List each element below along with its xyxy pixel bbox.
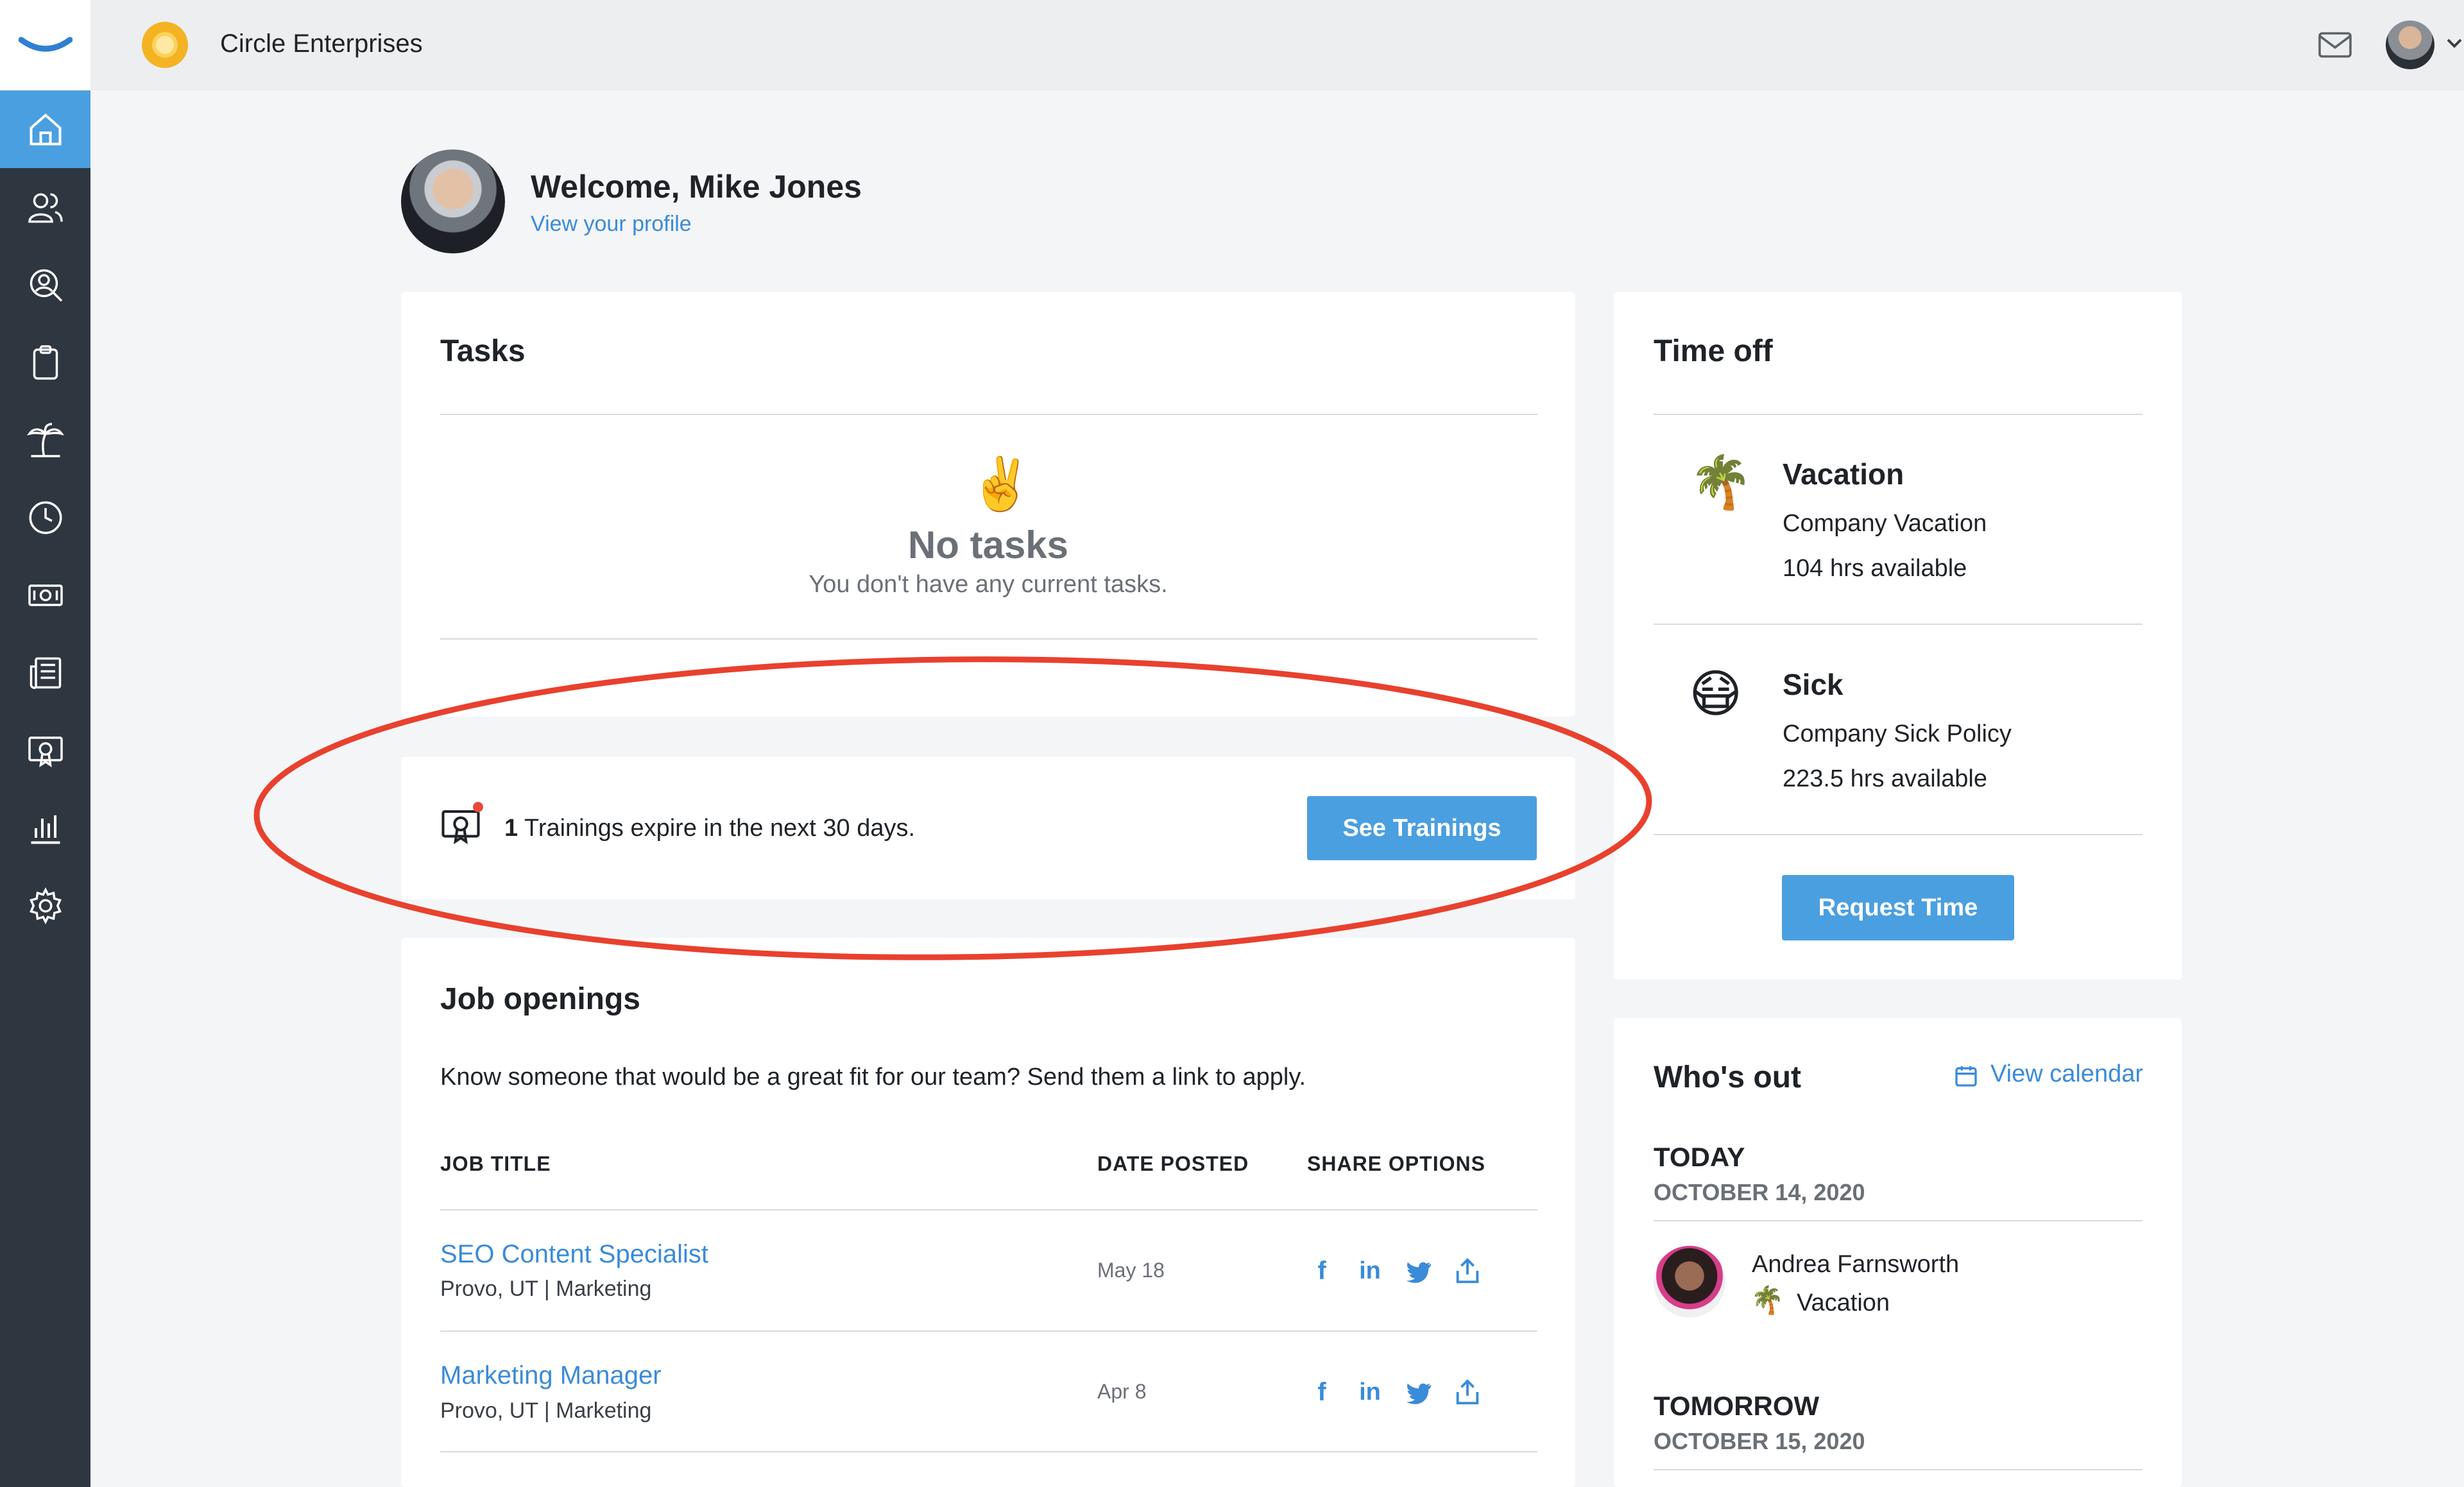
- time-off-available: 104 hrs available: [1783, 555, 1967, 582]
- sidebar-item-payroll[interactable]: [0, 556, 90, 634]
- bar-chart-icon: [31, 815, 60, 844]
- divider: [1654, 624, 2143, 625]
- divider: [1654, 414, 2143, 415]
- time-off-policy: Company Sick Policy: [1783, 720, 2012, 747]
- palm-tree-icon: [26, 422, 64, 457]
- divider: [440, 1451, 1537, 1452]
- company-name[interactable]: Circle Enterprises: [220, 30, 423, 58]
- profile-avatar[interactable]: [401, 149, 505, 253]
- share-icon[interactable]: [1453, 1377, 1482, 1407]
- time-off-type: Sick: [1783, 668, 1844, 701]
- linkedin-icon[interactable]: in: [1355, 1377, 1385, 1407]
- column-header-date-posted: DATE POSTED: [1097, 1152, 1249, 1175]
- clipboard-icon: [33, 344, 58, 380]
- money-icon: [28, 584, 63, 606]
- linkedin-icon[interactable]: in: [1355, 1256, 1385, 1286]
- sidebar-item-settings[interactable]: [0, 867, 90, 944]
- logo-smile-icon: [18, 37, 73, 51]
- column-header-job-title: JOB TITLE: [440, 1152, 551, 1175]
- palm-tree-icon: 🌴: [1750, 1285, 1784, 1315]
- facebook-icon[interactable]: f: [1307, 1256, 1337, 1286]
- twitter-icon[interactable]: [1404, 1379, 1433, 1408]
- sidebar-item-reports[interactable]: [0, 789, 90, 867]
- job-location: Provo, UT | Marketing: [440, 1277, 652, 1301]
- facebook-icon[interactable]: f: [1307, 1377, 1337, 1407]
- sidebar-item-directory[interactable]: [0, 246, 90, 323]
- trainings-message: 1 Trainings expire in the next 30 days.: [504, 815, 915, 842]
- palm-tree-icon: 🌴: [1689, 454, 1753, 511]
- job-date: May 18: [1097, 1259, 1165, 1282]
- company-logo: [142, 22, 188, 68]
- person-search-icon: [30, 269, 62, 302]
- see-trainings-button[interactable]: See Trainings: [1307, 796, 1537, 860]
- share-icon[interactable]: [1453, 1256, 1482, 1286]
- avatar[interactable]: [1654, 1246, 1725, 1318]
- job-openings-intro: Know someone that would be a great fit f…: [440, 1064, 1306, 1091]
- today-label: TODAY: [1654, 1142, 1745, 1172]
- peace-hand-icon: ✌️: [969, 455, 1033, 513]
- sidebar-item-time-off[interactable]: [0, 401, 90, 479]
- people-icon: [28, 192, 63, 223]
- column-header-share-options: SHARE OPTIONS: [1307, 1152, 1485, 1175]
- divider: [440, 638, 1537, 640]
- user-avatar[interactable]: [2386, 21, 2434, 69]
- tomorrow-date: OCTOBER 15, 2020: [1654, 1428, 1865, 1454]
- divider: [440, 1330, 1537, 1332]
- home-icon: [30, 113, 61, 145]
- trainings-text: Trainings expire in the next 30 days.: [524, 815, 916, 842]
- sidebar-item-news[interactable]: [0, 634, 90, 711]
- tasks-title: Tasks: [440, 334, 526, 368]
- calendar-icon[interactable]: [1953, 1063, 1979, 1089]
- view-calendar-link[interactable]: View calendar: [1990, 1060, 2143, 1088]
- no-tasks-subtitle: You don't have any current tasks.: [809, 571, 1168, 598]
- twitter-icon[interactable]: [1404, 1257, 1433, 1287]
- job-openings-title: Job openings: [440, 982, 640, 1016]
- time-off-type: Vacation: [1783, 457, 1904, 491]
- chevron-down-icon[interactable]: [2445, 36, 2463, 51]
- sidebar-item-people[interactable]: [0, 168, 90, 246]
- welcome-title: Welcome, Mike Jones: [531, 169, 862, 205]
- out-type: Vacation: [1797, 1289, 1890, 1316]
- no-tasks-title: No tasks: [907, 523, 1069, 566]
- view-profile-link[interactable]: View your profile: [531, 212, 692, 237]
- clock-icon: [29, 501, 62, 534]
- divider: [1654, 834, 2143, 835]
- job-title-link[interactable]: Marketing Manager: [440, 1361, 662, 1390]
- job-date: Apr 8: [1097, 1380, 1147, 1403]
- sidebar-item-tasks[interactable]: [0, 323, 90, 401]
- sidebar-item-time-tracking[interactable]: [0, 479, 90, 556]
- mail-icon[interactable]: [2317, 30, 2353, 60]
- job-title-link[interactable]: SEO Content Specialist: [440, 1240, 708, 1269]
- notification-dot: [473, 802, 483, 812]
- time-off-policy: Company Vacation: [1783, 510, 1987, 537]
- certificate-icon: [28, 736, 63, 767]
- sidebar-item-trainings[interactable]: [0, 711, 90, 789]
- news-icon: [30, 657, 61, 689]
- divider: [1654, 1469, 2143, 1470]
- divider: [440, 1209, 1537, 1211]
- sidebar: [0, 0, 90, 1487]
- mask-face-icon: 😷: [1689, 665, 1743, 722]
- request-time-button[interactable]: Request Time: [1782, 875, 2014, 940]
- out-person-name: Andrea Farnsworth: [1752, 1251, 1960, 1278]
- divider: [1654, 1220, 2143, 1221]
- divider: [440, 414, 1537, 415]
- time-off-title: Time off: [1654, 334, 1773, 368]
- trainings-count: 1: [504, 815, 518, 842]
- sidebar-item-home[interactable]: [0, 90, 90, 168]
- whos-out-title: Who's out: [1654, 1060, 1802, 1094]
- gear-icon: [29, 887, 62, 924]
- today-date: OCTOBER 14, 2020: [1654, 1179, 1865, 1205]
- top-bar: Circle Enterprises: [90, 0, 2464, 90]
- tomorrow-label: TOMORROW: [1654, 1391, 1820, 1421]
- job-location: Provo, UT | Marketing: [440, 1398, 652, 1423]
- time-off-available: 223.5 hrs available: [1783, 765, 1987, 792]
- app-logo[interactable]: [0, 0, 90, 90]
